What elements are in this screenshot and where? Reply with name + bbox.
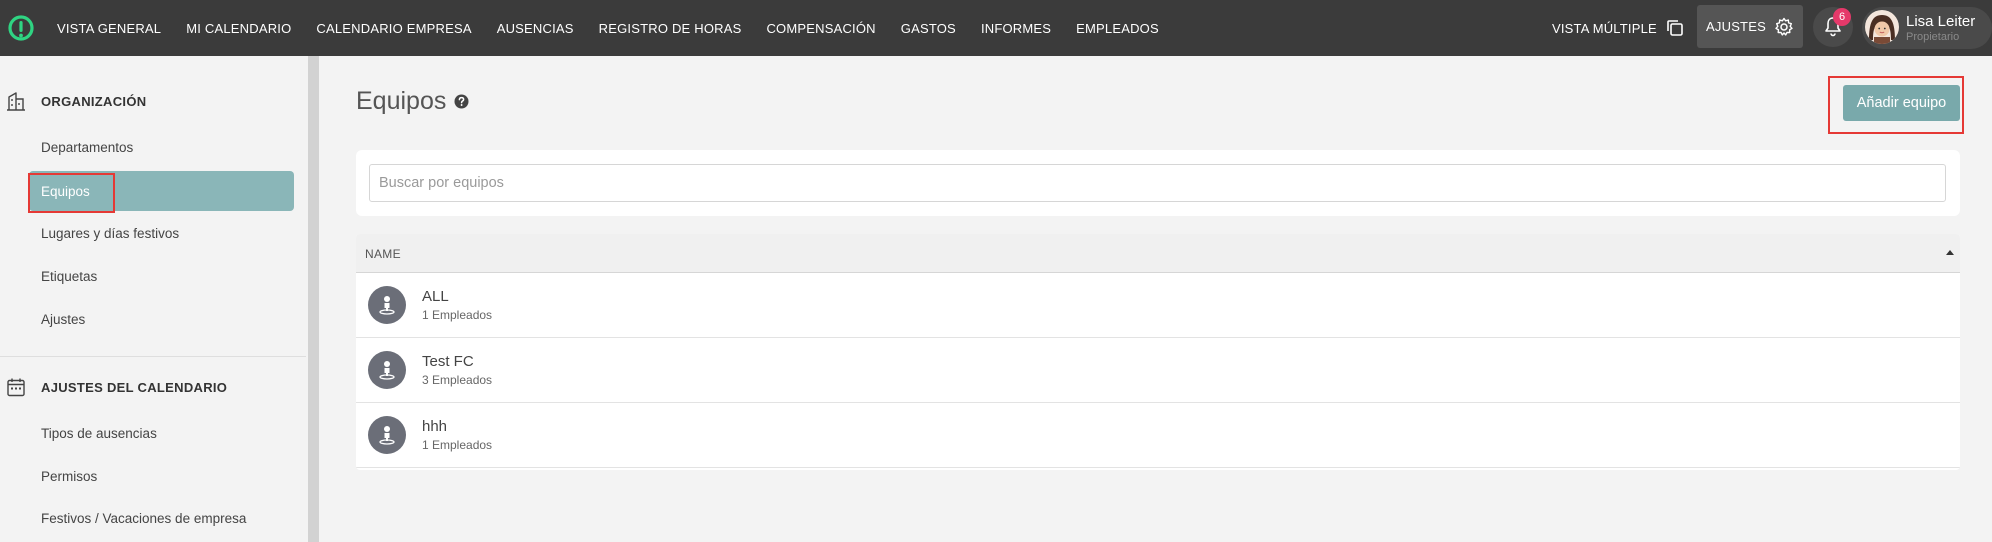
nav-item-ausencias[interactable]: AUSENCIAS bbox=[497, 21, 574, 36]
team-name[interactable]: ALL bbox=[422, 288, 449, 305]
team-pin-icon bbox=[379, 296, 395, 315]
nav-item-compensacion[interactable]: COMPENSACIÓN bbox=[766, 21, 875, 36]
page-title: Equipos bbox=[356, 87, 469, 116]
gear-icon bbox=[1775, 17, 1793, 36]
nav-item-calendario-empresa[interactable]: CALENDARIO EMPRESA bbox=[316, 21, 471, 36]
team-employee-count: 1 Empleados bbox=[422, 308, 493, 322]
sidebar-scrollbar[interactable] bbox=[308, 56, 319, 542]
nav-item-informes[interactable]: INFORMES bbox=[981, 21, 1051, 36]
team-avatar bbox=[368, 416, 406, 454]
sidebar-item-permisos[interactable]: Permisos bbox=[41, 469, 97, 484]
nav-item-vista-general[interactable]: VISTA GENERAL bbox=[57, 21, 161, 36]
team-name[interactable]: hhh bbox=[422, 418, 447, 435]
user-menu[interactable]: Lisa Leiter Propietario bbox=[1862, 7, 1992, 49]
section-organization: ORGANIZACIÓN bbox=[0, 86, 308, 116]
table-row[interactable]: Test FC 3 Empleados bbox=[356, 338, 1960, 403]
team-employee-count: 3 Empleados bbox=[422, 373, 493, 387]
team-pin-icon bbox=[379, 361, 395, 380]
nav-item-registro-de-horas[interactable]: REGISTRO DE HORAS bbox=[599, 21, 742, 36]
multi-view-button[interactable]: VISTA MÚLTIPLE bbox=[1552, 0, 1685, 56]
team-avatar bbox=[368, 351, 406, 389]
section-organization-title: ORGANIZACIÓN bbox=[41, 93, 147, 109]
settings-button[interactable]: AJUSTES bbox=[1697, 5, 1803, 48]
settings-label: AJUSTES bbox=[1706, 19, 1766, 34]
calendar-icon bbox=[7, 378, 25, 397]
team-pin-icon bbox=[379, 426, 395, 445]
nav-item-gastos[interactable]: GASTOS bbox=[901, 21, 956, 36]
add-team-button[interactable]: Añadir equipo bbox=[1843, 85, 1960, 121]
sidebar-item-festivos[interactable]: Festivos / Vacaciones de empresa bbox=[41, 511, 246, 526]
search-card bbox=[356, 150, 1960, 216]
table-row[interactable]: hhh 1 Empleados bbox=[356, 403, 1960, 468]
settings-sidebar: ORGANIZACIÓN Departamentos Lugares y día… bbox=[0, 56, 308, 542]
sidebar-item-departamentos[interactable]: Departamentos bbox=[41, 140, 133, 155]
column-header-name[interactable]: NAME bbox=[365, 247, 401, 261]
avatar bbox=[1865, 10, 1899, 44]
help-icon[interactable] bbox=[454, 94, 469, 109]
copy-windows-icon bbox=[1667, 20, 1683, 36]
table-header[interactable]: NAME bbox=[356, 234, 1960, 273]
team-name[interactable]: Test FC bbox=[422, 353, 474, 370]
highlight-box-equipos bbox=[28, 173, 115, 213]
section-calendar-settings-title: AJUSTES DEL CALENDARIO bbox=[41, 379, 228, 395]
sidebar-item-ajustes[interactable]: Ajustes bbox=[41, 312, 85, 327]
section-calendar-settings: AJUSTES DEL CALENDARIO bbox=[0, 372, 308, 402]
nav-item-empleados[interactable]: EMPLEADOS bbox=[1076, 21, 1159, 36]
sidebar-item-etiquetas[interactable]: Etiquetas bbox=[41, 269, 97, 284]
main-nav: VISTA GENERAL MI CALENDARIO CALENDARIO E… bbox=[57, 0, 1184, 56]
top-navigation-bar: VISTA GENERAL MI CALENDARIO CALENDARIO E… bbox=[0, 0, 1992, 56]
search-input[interactable] bbox=[369, 164, 1946, 202]
sidebar-item-tipos-de-ausencias[interactable]: Tipos de ausencias bbox=[41, 426, 157, 441]
multi-view-label: VISTA MÚLTIPLE bbox=[1552, 20, 1657, 36]
page-title-text: Equipos bbox=[356, 87, 447, 115]
team-employee-count: 1 Empleados bbox=[422, 438, 493, 452]
sort-ascending-icon[interactable] bbox=[1946, 250, 1954, 255]
teams-table: NAME ALL 1 Empleados Test FC 3 Empleados bbox=[356, 234, 1960, 470]
nav-item-mi-calendario[interactable]: MI CALENDARIO bbox=[186, 21, 291, 36]
sidebar-divider bbox=[0, 356, 306, 357]
user-name: Lisa Leiter bbox=[1906, 13, 1976, 30]
app-logo-icon[interactable] bbox=[6, 13, 36, 43]
building-icon bbox=[7, 92, 25, 111]
user-role: Propietario bbox=[1906, 31, 1960, 43]
sidebar-item-lugares[interactable]: Lugares y días festivos bbox=[41, 226, 179, 241]
table-row[interactable]: ALL 1 Empleados bbox=[356, 273, 1960, 338]
notification-count-badge: 6 bbox=[1833, 8, 1851, 26]
team-avatar bbox=[368, 286, 406, 324]
